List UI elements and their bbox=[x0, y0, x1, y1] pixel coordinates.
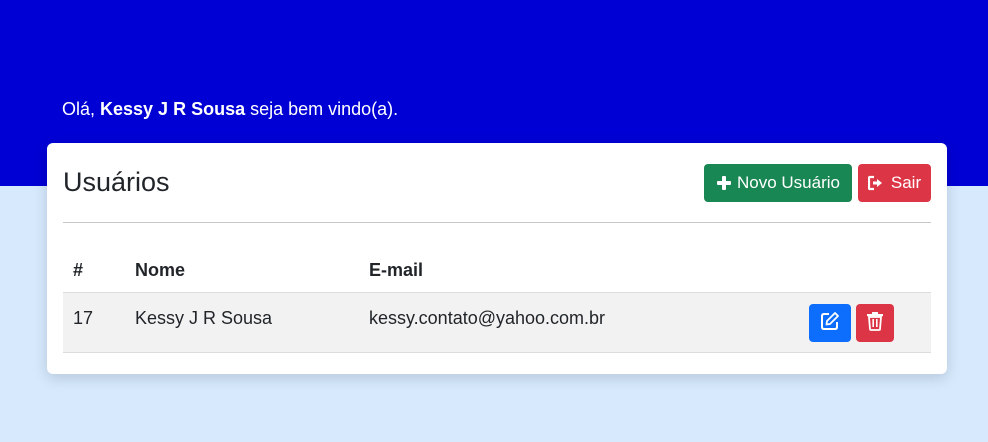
cell-actions bbox=[799, 292, 931, 353]
new-user-label: Novo Usuário bbox=[737, 173, 840, 192]
header-email: E-mail bbox=[359, 248, 799, 293]
user-name: Kessy J R Sousa bbox=[100, 99, 246, 119]
header-name: Nome bbox=[125, 248, 359, 293]
cell-email: kessy.contato@yahoo.com.br bbox=[359, 292, 799, 353]
user-id: 17 bbox=[73, 307, 94, 328]
greeting-prefix: Olá, bbox=[62, 99, 101, 119]
table-row: 17 Kessy J R Sousa kessy.contato@yahoo.c… bbox=[63, 292, 931, 353]
plus-icon bbox=[716, 175, 732, 191]
edit-user-button[interactable] bbox=[809, 303, 851, 342]
header-id: # bbox=[63, 248, 125, 293]
exit-button[interactable]: Sair bbox=[858, 164, 931, 202]
trash-icon bbox=[866, 311, 884, 334]
users-card: Usuários Novo Usuário Sair # Nome E-mail bbox=[47, 143, 947, 374]
exit-label: Sair bbox=[890, 173, 922, 192]
edit-icon bbox=[820, 311, 840, 334]
welcome-message: Olá, Kessy J R Sousa seja bem vindo(a). bbox=[62, 97, 398, 121]
table-header-row: # Nome E-mail bbox=[63, 248, 931, 293]
new-user-button[interactable]: Novo Usuário bbox=[704, 164, 852, 202]
delete-user-button[interactable] bbox=[856, 303, 894, 342]
row-actions bbox=[809, 303, 921, 342]
cell-name: Kessy J R Sousa bbox=[125, 292, 359, 353]
sign-out-icon bbox=[867, 175, 886, 191]
page-title: Usuários bbox=[63, 167, 170, 197]
user-name-cell: Kessy J R Sousa bbox=[135, 307, 273, 328]
header-divider bbox=[63, 222, 931, 223]
header-actions bbox=[799, 248, 931, 293]
cell-id: 17 bbox=[63, 292, 125, 353]
greeting-suffix: seja bem vindo(a). bbox=[245, 99, 399, 119]
user-email-cell: kessy.contato@yahoo.com.br bbox=[369, 307, 606, 328]
users-table: # Nome E-mail 17 Kessy J R Sousa kessy.c… bbox=[63, 248, 931, 353]
